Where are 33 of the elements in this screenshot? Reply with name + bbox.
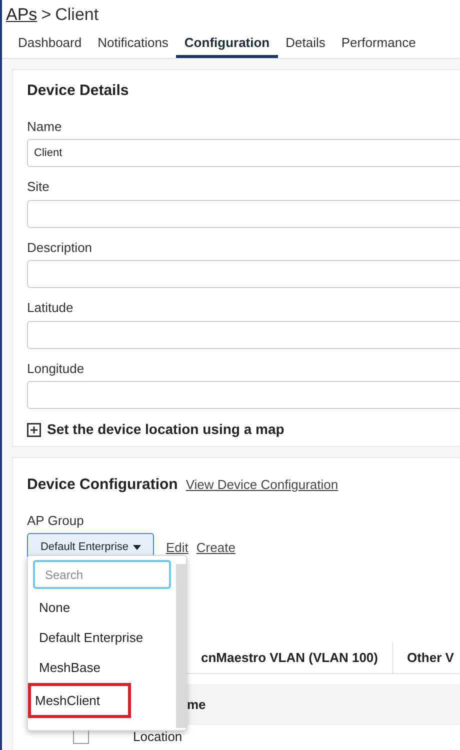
tab[interactable]: Performance <box>333 30 424 58</box>
table-cell: Location <box>133 730 182 744</box>
section-title: Device Details <box>27 81 130 101</box>
action-link[interactable]: Create <box>196 538 236 558</box>
table-header: me <box>187 684 460 725</box>
tab[interactable]: Notifications <box>90 30 176 58</box>
field-label: Description <box>27 238 94 257</box>
field-label: Site <box>27 178 50 196</box>
action-link[interactable]: Edit <box>166 538 188 558</box>
search-field[interactable]: Search <box>33 560 171 589</box>
breadcrumb-link[interactable]: APs <box>6 2 38 28</box>
field-label: Name <box>27 118 63 136</box>
text-field[interactable]: Client <box>27 139 460 167</box>
field-label: Latitude <box>27 299 74 317</box>
breadcrumb-separator: > <box>41 4 52 26</box>
row-checkbox[interactable] <box>73 730 89 744</box>
dropdown-option[interactable]: MeshBase <box>33 653 176 683</box>
tab[interactable]: Dashboard <box>10 30 90 58</box>
field-label: AP Group <box>27 512 85 530</box>
dropdown-option[interactable]: Default Enterprise <box>33 623 176 653</box>
dropdown-option[interactable]: MeshClient <box>28 683 131 718</box>
section-title: Device Configuration <box>27 475 178 495</box>
breadcrumb-current: Client <box>55 4 99 26</box>
plus-square-icon[interactable] <box>27 422 41 436</box>
map-location-toggle[interactable]: Set the device location using a map <box>47 419 284 440</box>
caret-icon <box>132 545 141 550</box>
view-configuration-link[interactable]: View Device Configuration <box>186 475 338 494</box>
dropdown-option[interactable]: None <box>33 593 176 623</box>
scrollbar[interactable] <box>176 564 186 728</box>
table-tab[interactable]: Other V <box>392 642 460 673</box>
tab[interactable]: Details <box>278 30 334 58</box>
tab[interactable]: Configuration <box>176 30 278 58</box>
field-label: Longitude <box>27 360 86 378</box>
